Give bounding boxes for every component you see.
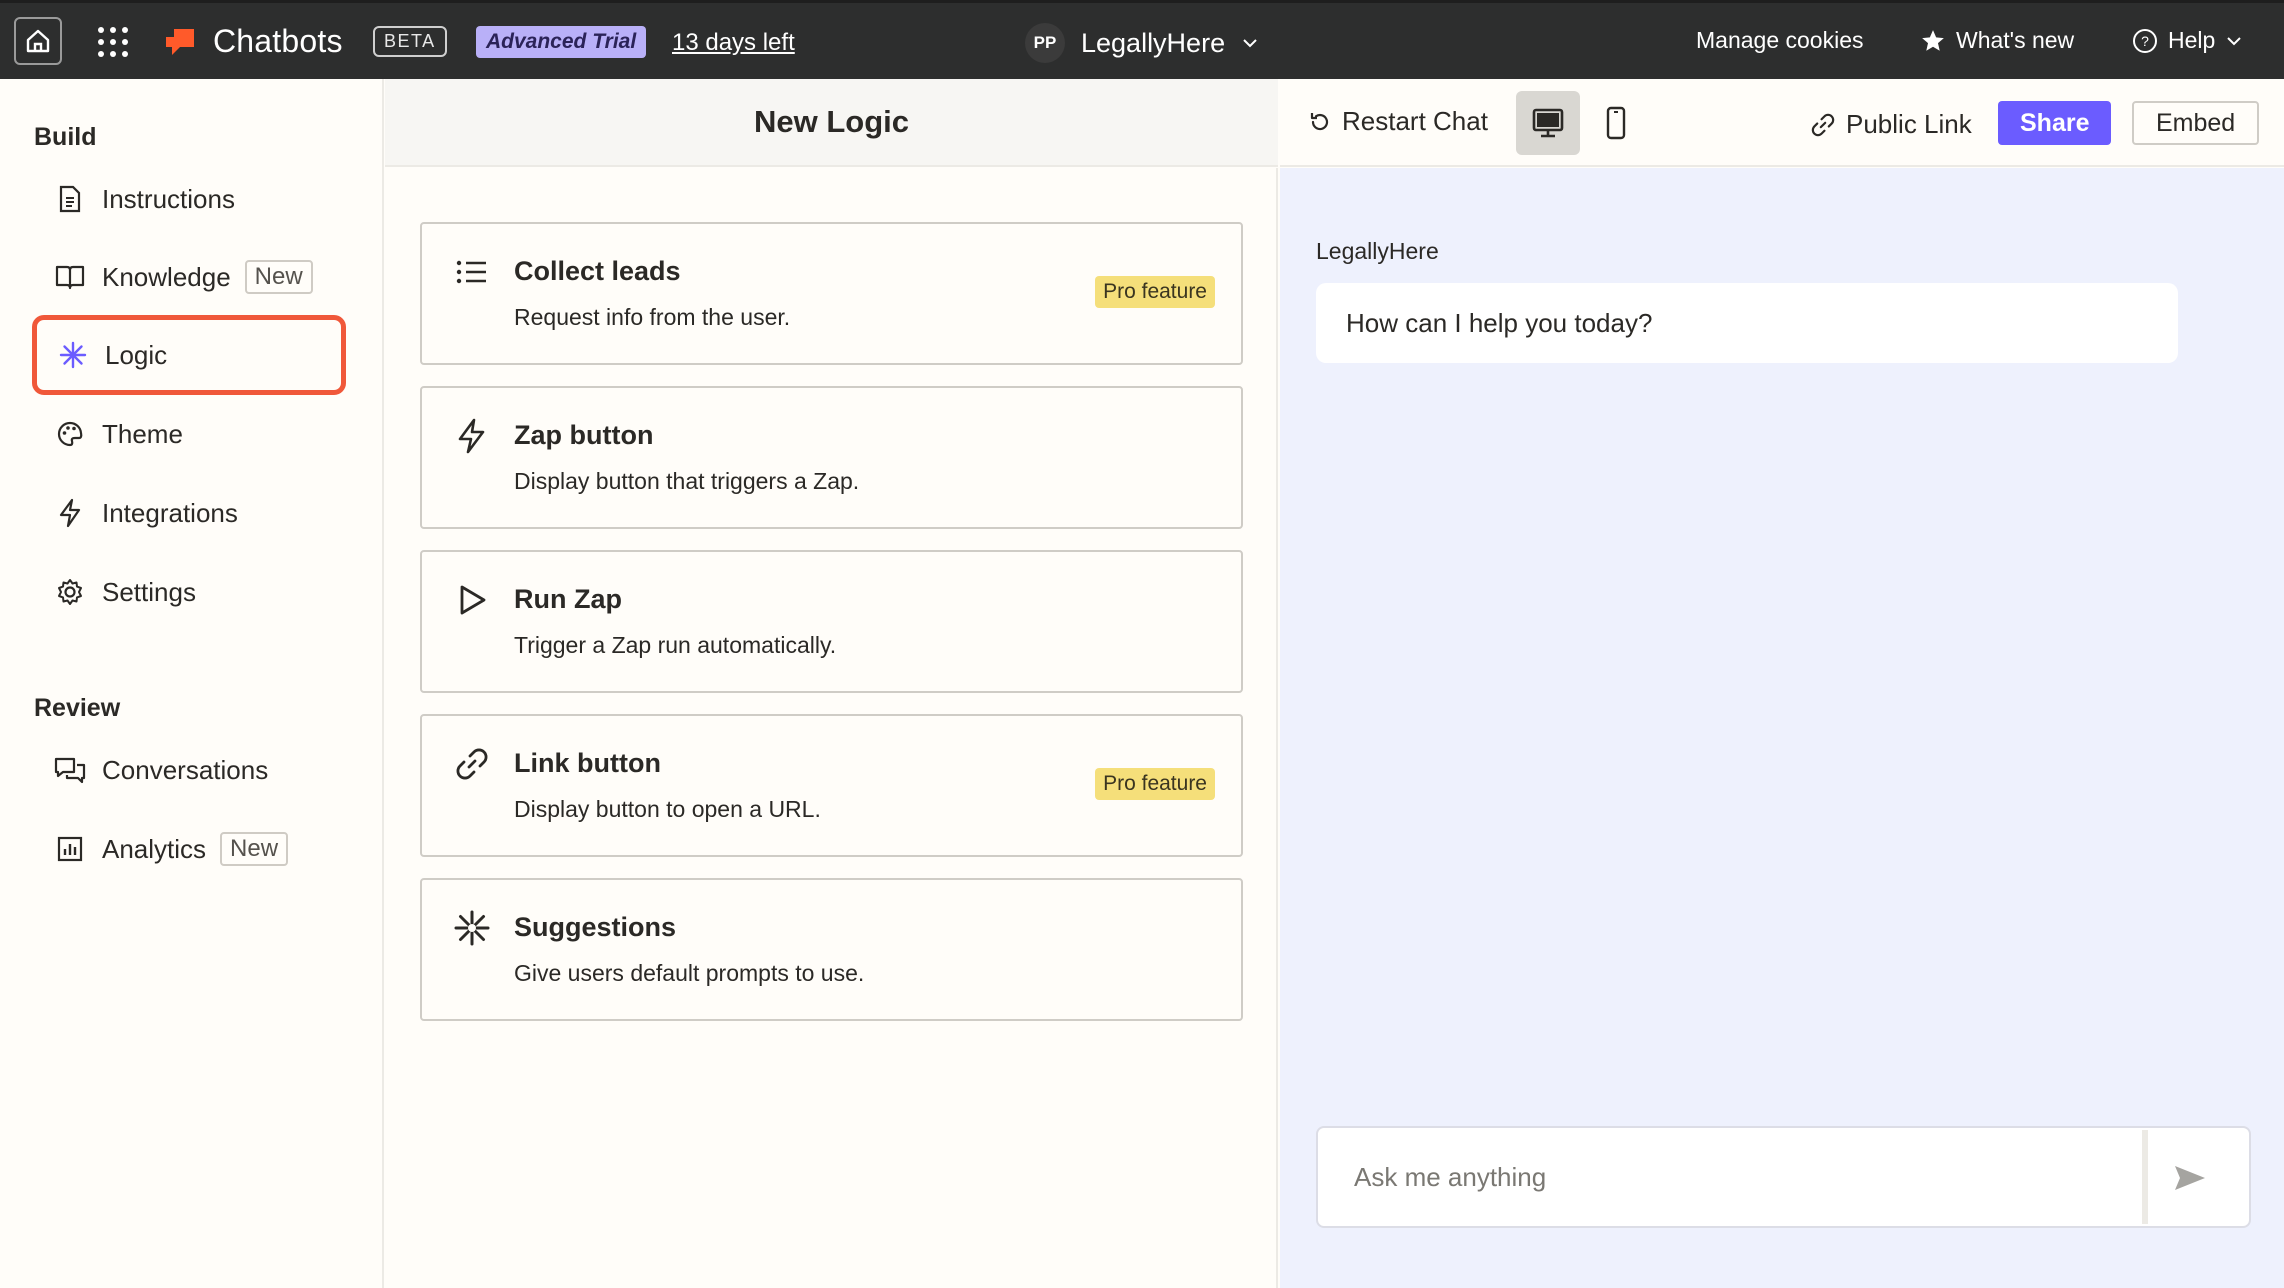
mobile-icon <box>1606 106 1626 140</box>
account-name: LegallyHere <box>1081 27 1226 58</box>
embed-button[interactable]: Embed <box>2132 101 2260 145</box>
sidebar: Build Instructions Knowledge New Logic T… <box>0 79 384 1288</box>
beta-badge: BETA <box>373 26 447 57</box>
card-title: Zap button <box>514 420 654 450</box>
logic-card-run-zap[interactable]: Run Zap Trigger a Zap run automatically. <box>420 550 1243 693</box>
sidebar-item-label: Settings <box>102 576 196 607</box>
preview-toolbar: Restart Chat Public Link Share Embed <box>1280 79 2284 167</box>
gear-icon <box>54 576 86 608</box>
sidebar-item-label: Knowledge <box>102 261 231 292</box>
play-icon <box>460 585 486 615</box>
sidebar-item-analytics[interactable]: Analytics New <box>34 812 344 886</box>
list-icon <box>456 260 486 284</box>
review-heading: Review <box>34 694 121 722</box>
palette-icon <box>54 418 86 450</box>
logic-card-link-button[interactable]: Link button Display button to open a URL… <box>420 714 1243 857</box>
sidebar-item-integrations[interactable]: Integrations <box>34 476 344 550</box>
manage-cookies-label: Manage cookies <box>1696 27 1864 53</box>
app-grid-button[interactable] <box>98 27 128 57</box>
star-icon <box>1922 29 1944 51</box>
trial-badge: Advanced Trial <box>476 26 647 58</box>
pro-feature-badge: Pro feature <box>1095 276 1215 308</box>
logic-options-panel: Collect leads Request info from the user… <box>385 168 1278 1288</box>
send-button[interactable] <box>2170 1158 2210 1198</box>
restart-icon <box>1310 112 1329 130</box>
whats-new-label: What's new <box>1956 27 2075 53</box>
panel-title: New Logic <box>385 79 1278 167</box>
chat-input[interactable] <box>1318 1128 2148 1226</box>
public-link-button[interactable]: Public Link <box>1810 109 1972 140</box>
card-description: Request info from the user. <box>514 304 791 330</box>
pro-feature-badge: Pro feature <box>1095 768 1215 800</box>
bot-name: LegallyHere <box>1316 238 1439 264</box>
card-description: Display button to open a URL. <box>514 796 821 822</box>
sidebar-item-label: Integrations <box>102 497 238 528</box>
link-icon <box>1811 113 1835 136</box>
sidebar-item-instructions[interactable]: Instructions <box>34 162 344 236</box>
card-title: Run Zap <box>514 584 622 614</box>
avatar: PP <box>1025 23 1065 63</box>
card-title: Suggestions <box>514 912 677 942</box>
sidebar-item-theme[interactable]: Theme <box>34 397 344 471</box>
chevron-down-icon <box>1243 39 1257 48</box>
chat-input-box <box>1316 1126 2251 1228</box>
card-description: Give users default prompts to use. <box>514 960 865 986</box>
share-button[interactable]: Share <box>1998 101 2112 145</box>
days-left-link[interactable]: 13 days left <box>672 29 795 57</box>
logic-card-suggestions[interactable]: Suggestions Give users default prompts t… <box>420 878 1243 1021</box>
link-icon <box>456 748 488 780</box>
document-icon <box>54 183 86 215</box>
sidebar-item-label: Theme <box>102 418 183 449</box>
sidebar-item-conversations[interactable]: Conversations <box>34 733 344 807</box>
card-title: Collect leads <box>514 256 681 286</box>
logic-card-zap-button[interactable]: Zap button Display button that triggers … <box>420 386 1243 529</box>
bot-message: How can I help you today? <box>1316 283 2178 363</box>
input-divider <box>2142 1130 2148 1224</box>
chat-preview: LegallyHere How can I help you today? <box>1280 168 2284 1288</box>
sidebar-item-settings[interactable]: Settings <box>34 555 344 629</box>
account-switcher[interactable]: PP LegallyHere <box>1025 23 1259 63</box>
manage-cookies-link[interactable]: Manage cookies <box>1696 27 1864 54</box>
sidebar-item-logic[interactable]: Logic <box>32 315 346 395</box>
new-badge: New <box>220 832 289 866</box>
lightning-icon <box>54 497 86 529</box>
sidebar-item-knowledge[interactable]: Knowledge New <box>34 240 344 314</box>
mobile-view-button[interactable] <box>1584 91 1648 155</box>
send-icon <box>2175 1166 2205 1190</box>
chatbots-logo-icon <box>166 29 194 55</box>
help-circle-icon: ? <box>2133 28 2157 53</box>
new-badge: New <box>244 260 313 294</box>
chevron-down-icon <box>2227 36 2242 45</box>
asterisk-icon <box>57 339 89 371</box>
card-description: Display button that triggers a Zap. <box>514 468 860 494</box>
bar-chart-icon <box>54 833 86 865</box>
help-label: Help <box>2168 27 2216 53</box>
home-icon <box>26 29 50 53</box>
sidebar-item-label: Analytics <box>102 833 207 864</box>
svg-text:?: ? <box>2141 33 2149 49</box>
whats-new-button[interactable]: What's new <box>1920 27 2074 54</box>
lightning-icon <box>458 418 485 454</box>
app-title[interactable]: Chatbots <box>213 23 343 60</box>
restart-chat-label: Restart Chat <box>1342 106 1488 136</box>
card-title: Link button <box>514 748 661 778</box>
sidebar-item-label: Instructions <box>102 183 235 214</box>
public-link-label: Public Link <box>1846 109 1972 139</box>
sidebar-item-label: Conversations <box>102 754 269 785</box>
sidebar-item-label: Logic <box>105 339 168 370</box>
build-heading: Build <box>34 123 97 151</box>
logic-card-collect-leads[interactable]: Collect leads Request info from the user… <box>420 222 1243 365</box>
sparkle-icon <box>454 910 490 946</box>
chat-bubbles-icon <box>54 754 86 786</box>
desktop-icon <box>1532 108 1564 138</box>
home-button[interactable] <box>14 17 62 65</box>
top-bar: Chatbots BETA Advanced Trial 13 days lef… <box>0 0 2284 79</box>
book-icon <box>54 261 86 293</box>
desktop-view-button[interactable] <box>1516 91 1580 155</box>
card-description: Trigger a Zap run automatically. <box>514 632 837 658</box>
restart-chat-button[interactable]: Restart Chat <box>1308 106 1488 137</box>
help-menu[interactable]: ? Help <box>2132 27 2243 54</box>
